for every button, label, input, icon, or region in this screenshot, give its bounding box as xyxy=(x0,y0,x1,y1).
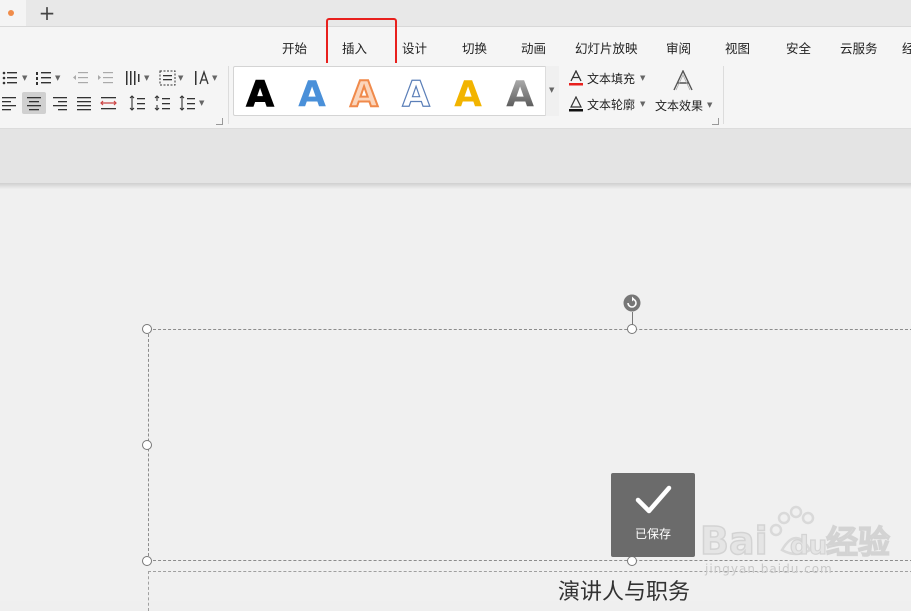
saved-toast-label: 已保存 xyxy=(634,527,671,541)
chevron-down-icon[interactable]: ▼ xyxy=(199,99,204,107)
art-style-gray-gradient[interactable]: A xyxy=(500,70,540,112)
resize-handle-top[interactable] xyxy=(627,324,637,334)
svg-text:A: A xyxy=(454,74,482,112)
art-style-blue-outline[interactable]: A xyxy=(396,70,436,112)
svg-text:经验: 经验 xyxy=(826,523,890,561)
chevron-down-icon[interactable]: ▼ xyxy=(707,101,712,109)
new-tab-button[interactable]: + xyxy=(36,2,58,24)
gallery-scroll-button[interactable]: ▼ xyxy=(545,66,559,116)
text-direction-icon[interactable] xyxy=(194,70,212,86)
saved-toast: 已保存 xyxy=(611,473,695,557)
line-spacing-icon[interactable] xyxy=(129,95,147,111)
resize-handle-top-left[interactable] xyxy=(142,324,152,334)
text-outline-label[interactable]: 文本轮廓 xyxy=(587,96,635,113)
distribute-icon[interactable] xyxy=(100,95,118,111)
paragraph-dialog-launcher-icon[interactable] xyxy=(216,118,223,125)
justify-icon[interactable] xyxy=(76,95,94,111)
art-style-black[interactable]: A xyxy=(240,70,280,113)
svg-text:Bai: Bai xyxy=(700,519,768,563)
chevron-down-icon: ▼ xyxy=(549,86,555,94)
decrease-indent-icon[interactable] xyxy=(72,70,90,86)
chevron-down-icon[interactable]: ▼ xyxy=(55,74,60,82)
window-tab-strip: + xyxy=(0,0,911,27)
text-effect-label[interactable]: 文本效果 xyxy=(655,97,703,114)
resize-handle-bottom-left[interactable] xyxy=(142,556,152,566)
text-fill-icon[interactable] xyxy=(568,70,586,86)
art-style-blue[interactable]: A xyxy=(292,70,332,112)
para-spacing-icon[interactable] xyxy=(154,95,172,111)
tab-home[interactable]: 开始 xyxy=(282,38,307,57)
svg-text:A: A xyxy=(506,74,534,112)
resize-handle-left[interactable] xyxy=(142,440,152,450)
insert-tab-highlight xyxy=(326,18,397,66)
ribbon-separator xyxy=(228,66,229,124)
align-right-icon[interactable] xyxy=(51,95,69,111)
document-tab[interactable] xyxy=(0,0,26,26)
svg-text:A: A xyxy=(402,74,430,112)
increase-indent-icon[interactable] xyxy=(97,70,115,86)
spacing-options-icon[interactable] xyxy=(179,95,197,111)
columns-icon[interactable] xyxy=(125,70,143,86)
tab-review[interactable]: 审阅 xyxy=(666,38,691,57)
text-fill-label[interactable]: 文本填充 xyxy=(587,70,635,87)
tab-slideshow[interactable]: 幻灯片放映 xyxy=(575,38,638,57)
svg-text:A: A xyxy=(350,74,378,112)
menu-bar: 开始 插入 设计 切换 动画 幻灯片放映 审阅 视图 安全 云服务 经 xyxy=(0,27,911,63)
chevron-down-icon[interactable]: ▼ xyxy=(144,74,149,82)
tab-view[interactable]: 视图 xyxy=(725,38,750,57)
rotate-handle-icon[interactable] xyxy=(623,294,641,312)
tab-more[interactable]: 经 xyxy=(902,38,911,57)
text-outline-icon[interactable] xyxy=(568,96,586,112)
art-style-orange-outline[interactable]: A xyxy=(344,70,384,112)
unsaved-dot-icon xyxy=(8,10,14,16)
text-box-icon[interactable] xyxy=(159,70,177,86)
chevron-down-icon[interactable]: ▼ xyxy=(178,74,183,82)
chevron-down-icon[interactable]: ▼ xyxy=(640,100,645,108)
tab-design[interactable]: 设计 xyxy=(402,38,427,57)
numbered-list-icon[interactable] xyxy=(36,70,54,86)
tab-animations[interactable]: 动画 xyxy=(521,38,546,57)
watermark-url: jingyan.baidu.com xyxy=(705,562,833,576)
ribbon-separator xyxy=(723,66,724,124)
tab-security[interactable]: 安全 xyxy=(786,38,811,57)
art-style-gold[interactable]: A xyxy=(448,70,488,112)
align-left-icon[interactable] xyxy=(2,95,20,111)
chevron-down-icon[interactable]: ▼ xyxy=(22,74,27,82)
text-effect-icon[interactable] xyxy=(672,70,694,92)
subtitle-text[interactable]: 演讲人与职务 xyxy=(558,574,690,606)
bullet-list-icon[interactable] xyxy=(2,70,20,86)
align-center-icon[interactable] xyxy=(22,92,46,114)
svg-text:A: A xyxy=(246,74,274,112)
tab-cloud-services[interactable]: 云服务 xyxy=(840,38,878,57)
tab-transitions[interactable]: 切换 xyxy=(462,38,487,57)
toolbar-spacer xyxy=(0,129,911,183)
check-icon xyxy=(635,485,672,514)
art-text-dialog-launcher-icon[interactable] xyxy=(712,118,719,125)
svg-text:du: du xyxy=(790,531,827,561)
svg-text:A: A xyxy=(298,74,326,112)
text-art-gallery: A A A A A A xyxy=(233,66,559,116)
chevron-down-icon[interactable]: ▼ xyxy=(640,74,645,82)
resize-handle-bottom[interactable] xyxy=(627,556,637,566)
chevron-down-icon[interactable]: ▼ xyxy=(212,74,217,82)
